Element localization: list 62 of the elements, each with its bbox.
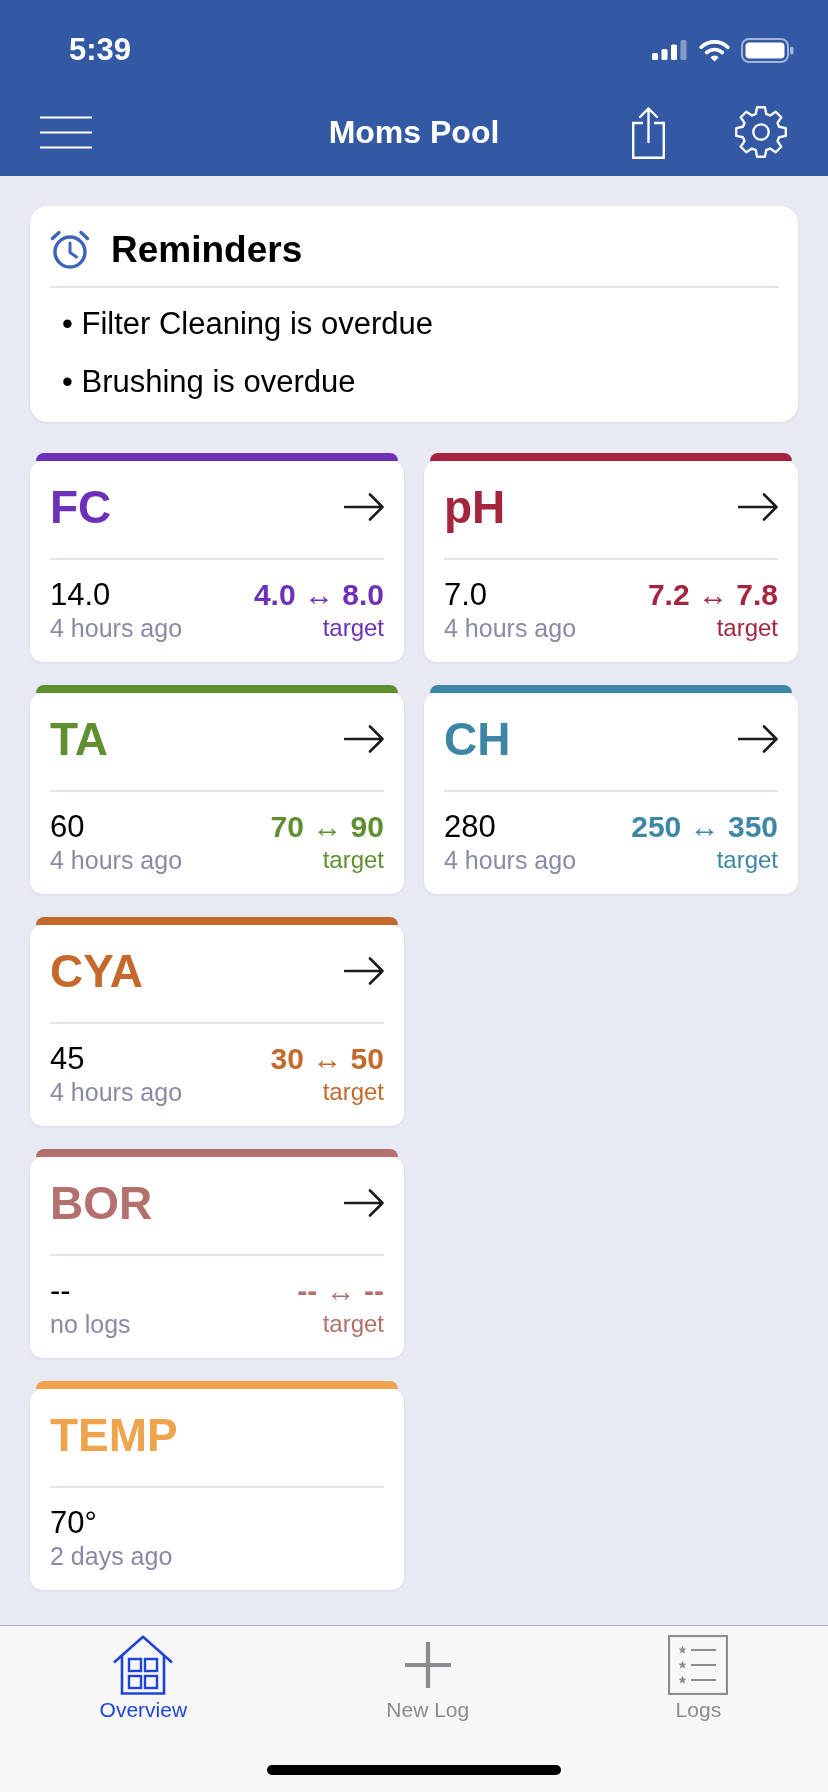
target-range: 4.0 ↔ 8.0 [253, 577, 384, 613]
arrow-right-icon[interactable] [738, 492, 778, 522]
signal-icon [652, 40, 688, 60]
last-updated: 4 hours ago [50, 1077, 183, 1107]
arrow-right-icon[interactable] [738, 724, 778, 754]
target-range: -- ↔ -- [297, 1273, 384, 1309]
plus-icon [404, 1642, 451, 1688]
reading-value: 70° [50, 1505, 98, 1541]
alarm-clock-icon [50, 230, 90, 270]
nav-tab[interactable]: Overview [99, 1635, 188, 1723]
metric-name: TA [50, 713, 108, 765]
arrow-right-icon[interactable] [344, 724, 384, 754]
screen-title: Moms Pool [328, 113, 500, 152]
metric-card[interactable]: CYA 45 4 hours ago 30 ↔ 50 target [30, 925, 404, 1126]
last-updated: 4 hours ago [50, 845, 183, 875]
last-updated: 4 hours ago [444, 845, 577, 875]
last-updated: no logs [50, 1309, 131, 1339]
last-updated: 4 hours ago [444, 613, 577, 643]
arrow-right-icon[interactable] [344, 956, 384, 986]
metric-name: CH [444, 713, 511, 765]
metric-card[interactable]: TEMP 70° 2 days ago [30, 1389, 404, 1590]
reading-value: 45 [50, 1041, 86, 1077]
reminders-title: Reminders [111, 228, 303, 272]
target-label: target [716, 845, 778, 875]
last-updated: 4 hours ago [50, 613, 183, 643]
target-label: target [322, 613, 384, 643]
metric-card[interactable]: TA 60 4 hours ago 70 ↔ 90 target [30, 693, 404, 894]
target-range: 7.2 ↔ 7.8 [647, 577, 778, 613]
reading-value: 14.0 [50, 577, 112, 613]
menu-icon[interactable] [40, 115, 92, 149]
metric-card[interactable]: FC 14.0 4 hours ago 4.0 ↔ 8.0 target [30, 461, 404, 662]
metric-card[interactable]: pH 7.0 4 hours ago 7.2 ↔ 7.8 target [424, 461, 798, 662]
wifi-icon [699, 38, 730, 62]
metric-name: pH [444, 481, 506, 533]
target-label: target [322, 845, 384, 875]
target-label: target [322, 1077, 384, 1107]
target-range: 250 ↔ 350 [631, 809, 778, 845]
status-time: 5:39 [69, 32, 132, 68]
last-updated: 2 days ago [50, 1541, 173, 1571]
metric-name: FC [50, 481, 112, 533]
reading-value: 7.0 [444, 577, 489, 613]
reminder-text: • Brushing is overdue [62, 363, 357, 401]
target-label: target [716, 613, 778, 643]
arrow-right-icon[interactable] [344, 492, 384, 522]
metric-name: TEMP [50, 1409, 178, 1461]
metric-card[interactable]: BOR -- no logs -- ↔ -- target [30, 1157, 404, 1358]
metric-name: BOR [50, 1177, 153, 1229]
settings-icon[interactable] [734, 105, 788, 159]
reading-value: -- [50, 1273, 72, 1309]
metric-name: CYA [50, 945, 143, 997]
reminder-text: • Filter Cleaning is overdue [62, 305, 434, 343]
arrow-right-icon[interactable] [344, 1188, 384, 1218]
reading-value: 60 [50, 809, 86, 845]
target-range: 30 ↔ 50 [270, 1041, 384, 1077]
share-icon[interactable] [632, 105, 665, 159]
metric-card[interactable]: CH 280 4 hours ago 250 ↔ 350 target [424, 693, 798, 894]
house-icon [112, 1635, 175, 1695]
target-label: target [322, 1309, 384, 1339]
reading-value: 280 [444, 809, 497, 845]
battery-icon [741, 37, 794, 63]
target-range: 70 ↔ 90 [270, 809, 384, 845]
list-icon [668, 1635, 729, 1695]
